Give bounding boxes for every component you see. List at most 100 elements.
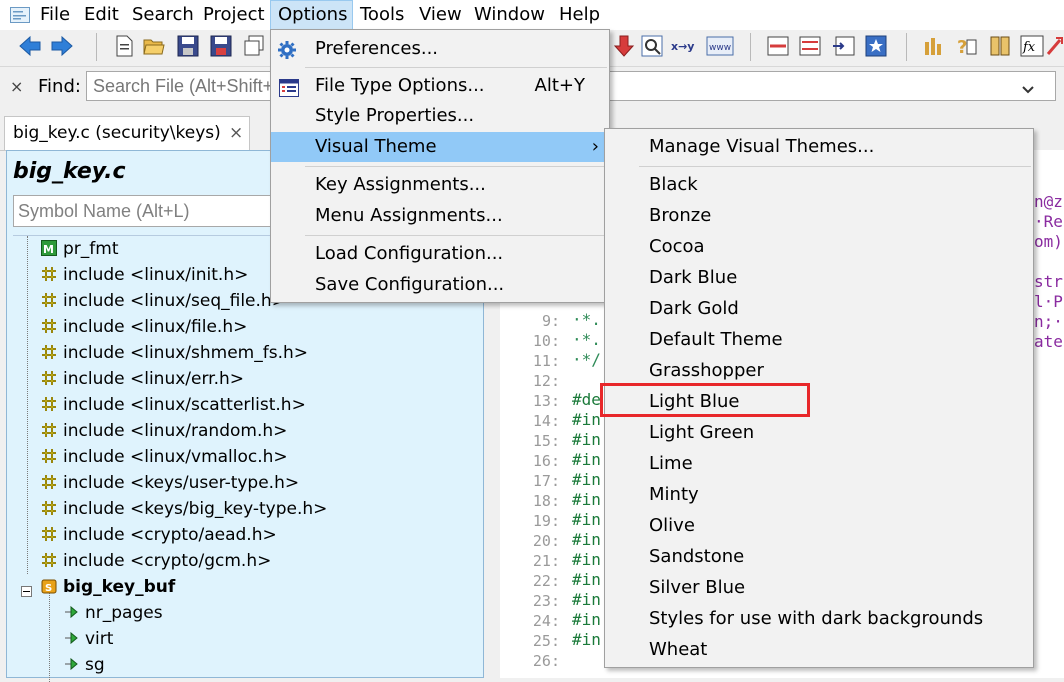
help-context-icon[interactable]: ? [954,34,978,58]
tree-item-big-key-buf[interactable]: Sbig_key_buf [41,574,175,600]
tree-item-pr-fmt[interactable]: Mpr_fmt [41,236,119,262]
svg-text:x→y: x→y [671,40,694,53]
tree-item-member[interactable]: sg [63,652,105,678]
tree-item-label: nr_pages [85,603,163,623]
run-icon[interactable] [1046,34,1064,58]
tree-item-include[interactable]: include <linux/init.h> [41,262,248,288]
tree-item-include[interactable]: include <linux/file.h> [41,314,247,340]
menu-project[interactable]: Project [203,0,265,30]
code-line: #in [572,550,601,569]
code-line: #in [572,430,601,449]
menu-help[interactable]: Help [559,0,600,30]
line-number: 19: [532,512,560,530]
menu-item-preferences[interactable]: Preferences... [271,34,609,64]
include-hash-icon [41,524,57,541]
open-folder-icon[interactable] [142,34,166,58]
theme-item-cocoa[interactable]: Cocoa [605,232,1033,262]
line-number: 14: [532,412,560,430]
code-line: #in [572,590,601,609]
theme-item-grasshopper[interactable]: Grasshopper [605,356,1033,386]
menu-window[interactable]: Window [474,0,545,30]
line-number: 24: [532,612,560,630]
menu-edit[interactable]: Edit [84,0,119,30]
web-icon[interactable]: www [706,34,734,58]
bookmark-star-icon[interactable] [864,34,888,58]
tree-item-label: include <linux/random.h> [63,421,288,441]
menu-view[interactable]: View [419,0,462,30]
close-tab-icon[interactable]: × [229,123,243,143]
menu-item-style-properties[interactable]: Style Properties... [271,101,609,131]
theme-item-olive[interactable]: Olive [605,511,1033,541]
book-icon[interactable] [988,34,1012,58]
tree-item-include[interactable]: include <linux/shmem_fs.h> [41,340,308,366]
theme-item-lime[interactable]: Lime [605,449,1033,479]
tree-item-include[interactable]: include <linux/vmalloc.h> [41,444,288,470]
tree-item-include[interactable]: include <linux/seq_file.h> [41,288,286,314]
tree-item-label: include <crypto/aead.h> [63,525,277,545]
collapse-toggle-icon[interactable] [21,581,32,597]
include-hash-icon [41,498,57,515]
menu-item-visual-theme[interactable]: Visual Theme › [271,132,609,162]
back-arrow-icon[interactable] [18,34,42,58]
tree-item-include[interactable]: include <linux/random.h> [41,418,287,444]
menu-item-menu-assignments[interactable]: Menu Assignments... [271,201,609,231]
menu-item-label: Cocoa [649,236,705,257]
menu-item-file-type-options[interactable]: File Type Options... Alt+Y [271,71,609,101]
tab-big-key-c[interactable]: big_key.c (security\keys) × [4,116,250,150]
theme-item-dark-blue[interactable]: Dark Blue [605,263,1033,293]
theme-item-black[interactable]: Black [605,170,1033,200]
save-all-icon[interactable] [209,34,233,58]
theme-item-dark-gold[interactable]: Dark Gold [605,294,1033,324]
theme-item-silver-blue[interactable]: Silver Blue [605,573,1033,603]
symbol-window-icon[interactable] [832,34,856,58]
theme-item-sandstone[interactable]: Sandstone [605,542,1033,572]
menu-separator [305,235,607,236]
menu-item-key-assignments[interactable]: Key Assignments... [271,170,609,200]
menu-tools[interactable]: Tools [360,0,404,30]
tree-item-member[interactable]: virt [63,626,113,652]
theme-item-bronze[interactable]: Bronze [605,201,1033,231]
tree-item-include[interactable]: include <linux/err.h> [41,366,244,392]
include-hash-icon [41,446,57,463]
code-fragment: ate [1034,332,1063,351]
tree-item-include[interactable]: include <crypto/aead.h> [41,522,277,548]
theme-item-minty[interactable]: Minty [605,480,1033,510]
tree-item-label: include <linux/vmalloc.h> [63,447,288,467]
menu-file[interactable]: File [40,0,70,30]
tree-item-include[interactable]: include <crypto/gcm.h> [41,548,271,574]
theme-item-light-green[interactable]: Light Green [605,418,1033,448]
cross-reference-icon[interactable]: x→y [670,34,700,58]
include-hash-icon [41,394,57,411]
tree-item-include[interactable]: include <linux/scatterlist.h> [41,392,306,418]
menu-item-save-configuration[interactable]: Save Configuration... [271,270,609,300]
split-window-icon[interactable] [766,34,790,58]
jump-down-icon[interactable] [612,34,636,58]
save-icon[interactable] [176,34,200,58]
function-icon[interactable]: fx [1020,34,1044,58]
svg-text:S: S [45,583,52,594]
close-find-icon[interactable]: × [10,77,23,96]
new-file-icon[interactable] [112,34,136,58]
menu-item-label: File Type Options... [315,75,485,96]
split-horizontal-icon[interactable] [798,34,822,58]
find-window-icon[interactable] [640,34,664,58]
include-hash-icon [41,290,57,307]
forward-arrow-icon[interactable] [50,34,74,58]
svg-text:www: www [709,43,731,53]
tree-item-include[interactable]: include <keys/user-type.h> [41,470,299,496]
copy-window-icon[interactable] [242,34,266,58]
menu-item-load-configuration[interactable]: Load Configuration... [271,239,609,269]
menu-search[interactable]: Search [132,0,194,30]
code-fragment: om) [1034,232,1063,251]
chevron-down-icon[interactable] [1022,79,1034,100]
theme-item-default-theme[interactable]: Default Theme [605,325,1033,355]
menu-item-manage-visual-themes[interactable]: Manage Visual Themes... [605,132,1033,162]
theme-item-dark-backgrounds[interactable]: Styles for use with dark backgrounds [605,604,1033,634]
relation-icon[interactable] [922,34,946,58]
symbol-search-input[interactable] [13,195,313,227]
tree-item-include[interactable]: include <keys/big_key-type.h> [41,496,327,522]
include-hash-icon [41,264,57,281]
tree-item-member[interactable]: nr_pages [63,600,163,626]
theme-item-wheat[interactable]: Wheat [605,635,1033,665]
menu-options[interactable]: Options [270,0,353,30]
